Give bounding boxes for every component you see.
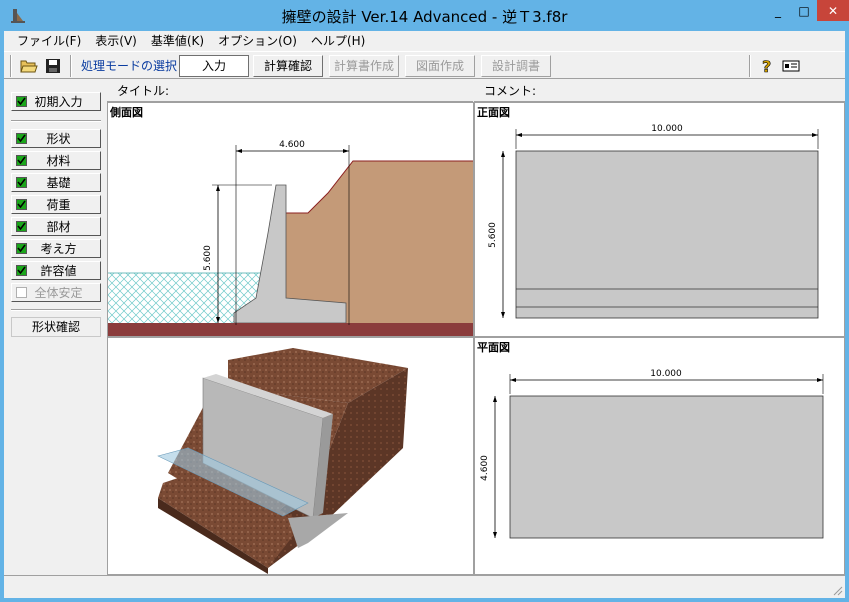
mode-drawing-button[interactable]: 図面作成 [405, 55, 475, 77]
client-area: ファイル(F) 表示(V) 基準値(K) オプション(O) ヘルプ(H) 処理モ… [4, 31, 845, 598]
menu-file[interactable]: ファイル(F) [10, 31, 88, 51]
initial-input-label: 初期入力 [34, 95, 83, 109]
plan-height-dimension: 4.600 [480, 455, 490, 481]
sidebar-item-approach[interactable]: 考え方 [11, 239, 101, 258]
sidebar-item-load[interactable]: 荷重 [11, 195, 101, 214]
menu-help[interactable]: ヘルプ(H) [304, 31, 372, 51]
sidebar-item-label: 部材 [46, 220, 71, 234]
side-height-dimension: 5.600 [203, 245, 213, 271]
front-view-pane[interactable]: 正面図 10.000 5.600 [474, 102, 845, 337]
plan-view-pane[interactable]: 平面図 10.000 4.600 [474, 337, 845, 575]
toolbar-separator [749, 55, 751, 77]
title-field[interactable]: タイトル: [107, 80, 473, 102]
minimize-button[interactable]: _ [765, 0, 791, 21]
check-icon [16, 221, 27, 232]
check-icon [16, 96, 27, 107]
checkbox-unchecked-icon [16, 287, 27, 298]
status-bar [4, 575, 845, 598]
app-window: 擁壁の設計 Ver.14 Advanced - 逆Ｔ3.f8r _ □ ✕ ファ… [0, 0, 849, 602]
menu-options[interactable]: オプション(O) [211, 31, 304, 51]
mode-design-doc-button[interactable]: 設計調書 [481, 55, 551, 77]
sidebar-item-label: 荷重 [46, 198, 71, 212]
folder-open-icon[interactable] [18, 55, 40, 77]
check-icon [16, 133, 27, 144]
shape-check-button[interactable]: 形状確認 [11, 317, 101, 337]
svg-text:?: ? [762, 57, 771, 75]
comment-field[interactable]: コメント: [474, 80, 845, 102]
sidebar-item-member[interactable]: 部材 [11, 217, 101, 236]
sidebar-separator [11, 309, 101, 311]
sidebar-item-label: 基礎 [46, 176, 71, 190]
toolbar-separator [10, 55, 12, 77]
front-view-title: 正面図 [477, 106, 510, 119]
menu-bar: ファイル(F) 表示(V) 基準値(K) オプション(O) ヘルプ(H) [4, 31, 845, 51]
three-d-view-pane[interactable] [107, 337, 474, 575]
front-width-dimension: 10.000 [651, 124, 683, 134]
menu-view[interactable]: 表示(V) [88, 31, 144, 51]
three-d-model [157, 348, 408, 574]
sidebar-separator [11, 120, 101, 122]
maximize-button[interactable]: □ [791, 0, 817, 21]
mode-input-button[interactable]: 入力 [179, 55, 249, 77]
sidebar-item-overall-stability[interactable]: 全体安定 [11, 283, 101, 302]
mode-report-button[interactable]: 計算書作成 [329, 55, 399, 77]
input-sidebar: 初期入力 形状 材料 基礎 荷重 部材 考え方 許容値 全体安定 形状確認 [4, 80, 107, 575]
check-icon [16, 243, 27, 254]
side-width-dimension: 4.600 [279, 140, 305, 150]
sidebar-item-label: 考え方 [40, 242, 77, 256]
resize-grip-icon[interactable] [831, 584, 843, 596]
check-icon [16, 199, 27, 210]
initial-input-button[interactable]: 初期入力 [11, 92, 101, 111]
check-icon [16, 155, 27, 166]
side-view-title: 側面図 [110, 106, 143, 119]
plan-view-title: 平面図 [477, 341, 510, 354]
mode-selection-label: 処理モードの選択 [81, 59, 178, 73]
sidebar-item-allowable[interactable]: 許容値 [11, 261, 101, 280]
sidebar-item-label: 材料 [46, 154, 71, 168]
sidebar-item-label: 形状 [46, 132, 71, 146]
sidebar-item-shape[interactable]: 形状 [11, 129, 101, 148]
sidebar-item-label: 許容値 [40, 264, 77, 278]
title-bar: 擁壁の設計 Ver.14 Advanced - 逆Ｔ3.f8r _ □ ✕ [0, 0, 849, 31]
close-button[interactable]: ✕ [817, 0, 849, 21]
toolbar: 処理モードの選択 入力 計算確認 計算書作成 図面作成 設計調書 ? [4, 51, 845, 79]
sidebar-item-label: 全体安定 [34, 286, 83, 300]
side-view-drawing: 4.600 5.600 [108, 140, 473, 336]
help-icon[interactable]: ? [756, 55, 778, 77]
front-height-dimension: 5.600 [488, 222, 498, 248]
mode-calc-check-button[interactable]: 計算確認 [253, 55, 323, 77]
sidebar-item-material[interactable]: 材料 [11, 151, 101, 170]
side-view-pane[interactable]: 側面図 4.600 5.600 [107, 102, 474, 337]
plan-view-drawing: 10.000 4.600 [480, 369, 824, 539]
menu-standard[interactable]: 基準値(K) [144, 31, 211, 51]
toolbar-separator [70, 55, 72, 77]
check-icon [16, 177, 27, 188]
check-icon [16, 265, 27, 276]
card-icon[interactable] [780, 55, 802, 77]
save-icon[interactable] [42, 55, 64, 77]
sidebar-item-foundation[interactable]: 基礎 [11, 173, 101, 192]
front-view-drawing: 10.000 5.600 [488, 124, 819, 319]
plan-width-dimension: 10.000 [650, 369, 682, 379]
window-title: 擁壁の設計 Ver.14 Advanced - 逆Ｔ3.f8r [281, 8, 568, 26]
